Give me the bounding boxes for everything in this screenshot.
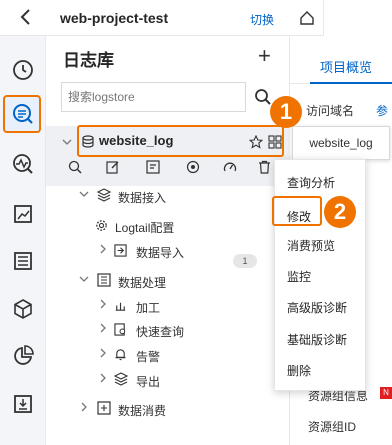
resource-group-id-label: 资源组ID (308, 420, 357, 434)
top-bar: web-project-test 切换 (0, 0, 290, 36)
tree-label: 快速查询 (136, 325, 185, 339)
panel-title: 日志库 (63, 51, 114, 70)
logstore-tooltip: website_log (292, 126, 390, 160)
tree-label: 数据消费 (118, 404, 167, 418)
chevron-down-icon (79, 276, 89, 282)
chevron-right-icon (100, 299, 106, 309)
tree-label: 数据处理 (118, 276, 167, 290)
edit-icon[interactable] (106, 160, 120, 174)
processing-icon (97, 273, 111, 287)
cube-icon[interactable] (11, 297, 35, 321)
search-input[interactable] (62, 83, 245, 111)
home-icon (300, 11, 314, 25)
consume-icon (97, 401, 111, 415)
chevron-down-icon (79, 191, 89, 197)
tree-item-process[interactable]: 加工 (46, 293, 290, 319)
tree-label: 加工 (136, 301, 161, 315)
project-name: web-project-test (60, 10, 169, 26)
monitor-eye-icon[interactable] (186, 160, 200, 174)
monitor-icon[interactable] (11, 152, 35, 176)
chevron-right-icon (100, 373, 106, 383)
tab-underline (310, 82, 392, 84)
tree-item-data-consume[interactable]: 数据消费 (46, 396, 290, 422)
gear-icon (96, 220, 107, 231)
clock-icon[interactable] (11, 58, 35, 82)
step-marker-2: 2 (324, 196, 356, 228)
tree-label: 数据导入 (136, 246, 185, 260)
menu-item-advanced-diagnosis[interactable]: 高级版诊断 (287, 299, 347, 316)
step-marker-1: 1 (270, 96, 302, 128)
switch-project-link[interactable]: 切换 (250, 11, 274, 28)
download-box-icon[interactable] (11, 392, 35, 416)
back-arrow-icon[interactable] (18, 8, 34, 26)
chevron-right-icon (81, 402, 87, 412)
layers-icon (97, 188, 111, 202)
menu-item-query-analysis[interactable]: 查询分析 (287, 174, 335, 191)
menu-item-basic-diagnosis[interactable]: 基础版诊断 (287, 331, 347, 348)
chevron-down-icon[interactable] (62, 137, 72, 147)
menu-item-monitor[interactable]: 监控 (287, 268, 311, 285)
logstore-highlight-box (77, 125, 284, 157)
search-icon[interactable] (254, 88, 272, 106)
query-analysis-icon[interactable] (68, 160, 82, 174)
tree-item-data-ingest[interactable]: 数据接入 (46, 183, 290, 209)
list-icon[interactable] (11, 249, 35, 273)
log-search-icon[interactable] (11, 102, 35, 126)
trash-icon[interactable] (258, 160, 271, 174)
tab-project-overview[interactable]: 项目概览 (320, 57, 372, 76)
bell-icon (115, 349, 126, 361)
search-box (61, 82, 246, 112)
tree-label: 导出 (136, 375, 161, 389)
logstore-panel: 日志库 + website_log (46, 36, 290, 445)
new-badge: N (380, 387, 392, 399)
tree-item-export[interactable]: 导出 (46, 367, 290, 393)
tree-item-data-processing[interactable]: 数据处理 (46, 268, 290, 294)
pie-icon[interactable] (11, 344, 35, 368)
tree-label: 告警 (136, 350, 161, 364)
access-domain-label: 访问域名 (306, 104, 355, 118)
modify-highlight-box (272, 196, 322, 226)
sidebar-rail (0, 36, 46, 445)
home-tab[interactable] (290, 0, 324, 36)
tree-item-quick-query[interactable]: 快速查询 (46, 317, 290, 343)
diagnose-gauge-icon[interactable] (223, 160, 237, 174)
tree-label: 数据接入 (118, 191, 167, 205)
chevron-right-icon (100, 323, 106, 333)
logstore-context-menu: 查询分析 修改 消费预览 监控 高级版诊断 基础版诊断 删除 (274, 159, 366, 391)
process-icon (115, 302, 126, 311)
quick-query-icon (114, 323, 126, 336)
menu-item-consume-preview[interactable]: 消费预览 (287, 237, 335, 254)
import-icon (114, 244, 127, 257)
tree-item-alert[interactable]: 告警 (46, 342, 290, 368)
tree-item-logtail-config[interactable]: Logtail配置 (46, 213, 290, 239)
export-layers-icon (114, 372, 128, 386)
access-domain-link[interactable]: 参 (376, 102, 388, 119)
tab-bar: 项目概览 (290, 36, 392, 84)
preview-icon[interactable] (146, 160, 160, 174)
menu-item-delete[interactable]: 删除 (287, 362, 311, 379)
chart-board-icon[interactable] (11, 202, 35, 226)
chevron-right-icon (100, 348, 106, 358)
add-logstore-button[interactable]: + (258, 45, 271, 67)
chevron-right-icon (100, 244, 106, 254)
tree-item-data-import[interactable]: 数据导入 (46, 238, 290, 264)
tree-label: Logtail配置 (115, 221, 175, 235)
